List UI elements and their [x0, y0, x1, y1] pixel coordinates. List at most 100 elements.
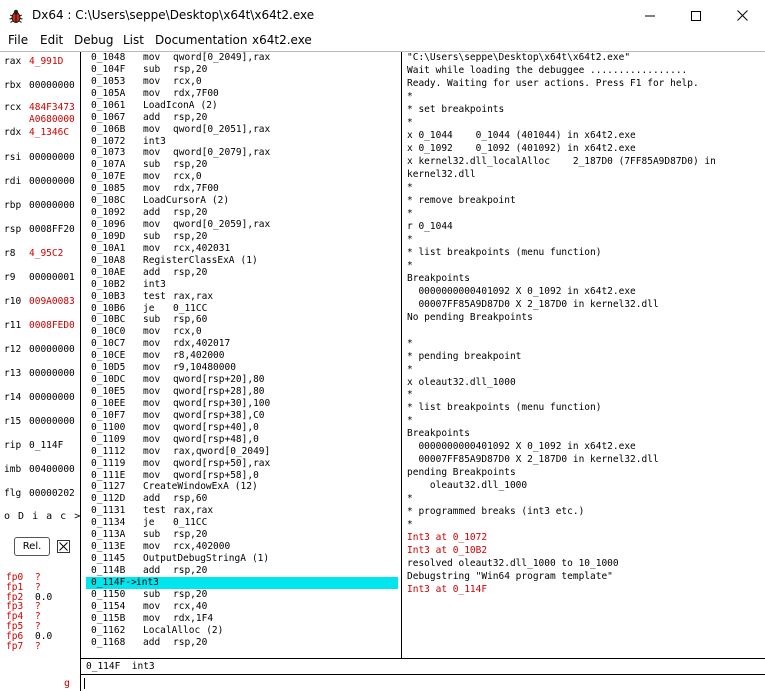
disasm-mnemonic: sub: [143, 159, 161, 171]
disasm-operands: rcx,0: [173, 171, 202, 183]
disasm-line[interactable]: 0_1162 LocalAlloc (2): [86, 625, 398, 637]
rel-button[interactable]: Rel.: [14, 537, 50, 556]
register-name: rip: [4, 440, 22, 451]
console-line: * remove breakpoint: [407, 194, 516, 206]
disasm-line[interactable]: 0_1061 LoadIconA (2): [86, 100, 398, 112]
disasm-line[interactable]: 0_1134 je 0_11CC: [86, 517, 398, 529]
disasm-line[interactable]: 0_115B mov rdx,1F4: [86, 613, 398, 625]
minimize-button[interactable]: [627, 0, 673, 31]
disasm-line[interactable]: 0_1119 mov qword[rsp+50],rax: [86, 458, 398, 470]
disasm-line[interactable]: 0_107E mov rcx,0: [86, 171, 398, 183]
disasm-line[interactable]: 0_10C0 mov rcx,0: [86, 326, 398, 338]
menu-edit[interactable]: Edit: [40, 33, 63, 47]
close-box-button[interactable]: [57, 540, 70, 553]
disasm-line[interactable]: 0_10AE add rsp,20: [86, 267, 398, 279]
disasm-operands: rax,rax: [173, 290, 214, 302]
disasm-line[interactable]: 0_114B add rsp,20: [86, 565, 398, 577]
disasm-mnemonic: mov: [143, 397, 161, 409]
disasm-line[interactable]: 0_112D add rsp,60: [86, 493, 398, 505]
register-value: 00000000: [29, 152, 75, 163]
disasm-line[interactable]: 0_1145 OutputDebugStringA (1): [86, 553, 398, 565]
disasm-address: 0_111E: [91, 469, 126, 481]
disasm-line[interactable]: 0_10F7 mov qword[rsp+38],C0: [86, 410, 398, 422]
disasm-address: 0_1162: [91, 624, 126, 636]
menu-debug[interactable]: Debug: [74, 33, 113, 47]
disasm-line[interactable]: 0_1109 mov qword[rsp+48],0: [86, 434, 398, 446]
disasm-line[interactable]: 0_106B mov qword[0_2051],rax: [86, 124, 398, 136]
disasm-line[interactable]: 0_1100 mov qword[rsp+40],0: [86, 422, 398, 434]
disasm-mnemonic: LocalAlloc: [143, 624, 201, 636]
disasm-mnemonic: mov: [143, 87, 161, 99]
disasm-line[interactable]: 0_1067 add rsp,20: [86, 112, 398, 124]
text-caret: [84, 678, 85, 689]
disasm-line[interactable]: 0_10E5 mov qword[rsp+28],80: [86, 386, 398, 398]
disasm-operands: qword[rsp+28],80: [173, 386, 265, 398]
console-line: *: [407, 233, 413, 245]
disasm-line[interactable]: 0_104F sub rsp,20: [86, 64, 398, 76]
disasm-line[interactable]: 0_1131 test rax,rax: [86, 505, 398, 517]
disasm-line[interactable]: 0_10A8 RegisterClassExA (1): [86, 255, 398, 267]
register-value: 4_95C2: [29, 248, 64, 259]
disasm-line[interactable]: 0_109D sub rsp,20: [86, 231, 398, 243]
disasm-line[interactable]: 0_1112 mov rax,qword[0_2049]: [86, 446, 398, 458]
disasm-line[interactable]: 0_1154 mov rcx,40: [86, 601, 398, 613]
menu-bar: File Edit Debug List Documentation x64t2…: [0, 31, 765, 51]
disasm-line[interactable]: 0_1048 mov qword[0_2049],rax: [86, 52, 398, 64]
disasm-operands: rcx,0: [173, 75, 202, 87]
disasm-operands: qword[0_2049],rax: [173, 52, 271, 63]
flags-indicator[interactable]: o D i a c >: [4, 511, 81, 522]
disasm-line[interactable]: 0_1073 mov qword[0_2079],rax: [86, 147, 398, 159]
disasm-line[interactable]: 0_1150 sub rsp,20: [86, 589, 398, 601]
disasm-line[interactable]: 0_10B2 int3: [86, 279, 398, 291]
disasm-line[interactable]: 0_10D5 mov r9,10480000: [86, 362, 398, 374]
command-input[interactable]: [82, 676, 763, 691]
disasm-line[interactable]: 0_113E mov rcx,402000: [86, 541, 398, 553]
menu-file[interactable]: File: [8, 33, 28, 47]
register-value-high: A0680000: [29, 114, 75, 125]
maximize-button[interactable]: [673, 0, 719, 31]
disasm-line[interactable]: 0_108C LoadCursorA (2): [86, 195, 398, 207]
disasm-line[interactable]: 0_105A mov rdx,7F00: [86, 88, 398, 100]
disasm-address: 0_10BC: [91, 314, 126, 326]
disasm-line[interactable]: 0_1053 mov rcx,0: [86, 76, 398, 88]
menu-list[interactable]: List: [123, 33, 144, 47]
disasm-address: 0_10A1: [91, 242, 126, 254]
close-button[interactable]: [719, 0, 765, 31]
console-line: *: [407, 519, 413, 531]
disasm-current-line[interactable]: 0_114F->int3: [86, 576, 398, 589]
menu-x64t2[interactable]: x64t2.exe: [252, 33, 312, 47]
disasm-line[interactable]: 0_10CE mov r8,402000: [86, 350, 398, 362]
disasm-mnemonic: int3: [143, 135, 166, 147]
disasm-line[interactable]: 0_10BC sub rsp,60: [86, 314, 398, 326]
disasm-line[interactable]: 0_1092 add rsp,20: [86, 207, 398, 219]
console-line: x 0_1044 0_1044 (401044) in x64t2.exe: [407, 129, 636, 141]
register-name: r9: [4, 272, 16, 283]
disasm-line[interactable]: 0_111E mov qword[rsp+58],0: [86, 470, 398, 482]
disasm-line[interactable]: 0_1085 mov rdx,7F00: [86, 183, 398, 195]
console-line: *: [407, 116, 413, 128]
disasm-line[interactable]: 0_10A1 mov rcx,402031: [86, 243, 398, 255]
x-icon: [59, 542, 68, 551]
console-line: * list breakpoints (menu function): [407, 246, 602, 258]
disasm-line[interactable]: 0_1168 add rsp,20: [86, 637, 398, 649]
register-name: r14: [4, 392, 22, 403]
disasm-operands: (1): [251, 553, 270, 565]
disasm-operands: rcx,402000: [173, 541, 231, 553]
menu-documentation[interactable]: Documentation: [155, 33, 248, 47]
disasm-line[interactable]: 0_10B3 test rax,rax: [86, 291, 398, 303]
disasm-operands: rsp,20: [173, 207, 208, 219]
disasm-operands: r9,10480000: [173, 362, 236, 374]
disasm-line[interactable]: 0_10B6 je 0_11CC: [86, 303, 398, 315]
disasm-line[interactable]: 0_10DC mov qword[rsp+20],80: [86, 374, 398, 386]
disasm-mnemonic: mov: [143, 600, 161, 612]
disasm-line[interactable]: 0_1096 mov qword[0_2059],rax: [86, 219, 398, 231]
register-value: 0008FED0: [29, 320, 75, 331]
disasm-line[interactable]: 0_10C7 mov rdx,402017: [86, 338, 398, 350]
console-line: * pending breakpoint: [407, 350, 522, 362]
disasm-line[interactable]: 0_10EE mov qword[rsp+30],100: [86, 398, 398, 410]
disasm-line[interactable]: 0_113A sub rsp,20: [86, 529, 398, 541]
disasm-line[interactable]: 0_1127 CreateWindowExA (12): [86, 481, 398, 493]
disasm-line[interactable]: 0_107A sub rsp,20: [86, 159, 398, 171]
disasm-operands: rcx,40: [173, 600, 208, 612]
disasm-line[interactable]: 0_1072 int3: [86, 136, 398, 148]
